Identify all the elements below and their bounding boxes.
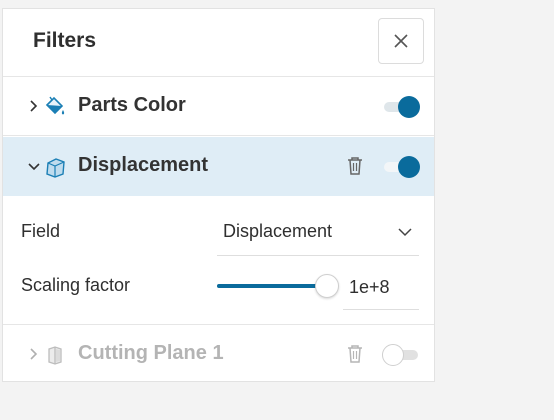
visibility-toggle[interactable]	[382, 344, 420, 366]
filter-row-parts-color[interactable]: Parts Color	[3, 77, 434, 136]
toggle-knob	[398, 96, 420, 118]
field-select-value: Displacement	[223, 221, 333, 241]
scaling-factor-input[interactable]: 1e+8	[343, 267, 419, 310]
field-label: Field	[21, 221, 61, 241]
close-button[interactable]	[378, 18, 424, 64]
filter-row-displacement[interactable]: Displacement	[3, 137, 434, 196]
toggle-knob	[398, 156, 420, 178]
slider-fill	[217, 284, 327, 288]
panel-title: Filters	[33, 29, 97, 52]
close-icon	[394, 34, 408, 48]
filter-label: Cutting Plane 1	[78, 342, 224, 364]
slider-thumb[interactable]	[314, 274, 339, 298]
chevron-right-icon[interactable]	[27, 346, 41, 362]
trash-icon[interactable]	[345, 155, 365, 177]
filters-panel: Filters Parts Color Displacement Field D…	[2, 8, 435, 382]
trash-icon[interactable]	[345, 343, 365, 365]
paint-bucket-icon	[45, 96, 65, 115]
filter-label: Displacement	[78, 154, 209, 176]
visibility-toggle[interactable]	[382, 156, 420, 178]
cutting-plane-icon	[48, 346, 62, 365]
chevron-down-icon[interactable]	[27, 158, 41, 174]
scaling-factor-value: 1e+8	[349, 277, 390, 297]
scaling-factor-label: Scaling factor	[21, 275, 131, 295]
chevron-down-icon	[398, 228, 412, 237]
panel-header: Filters	[3, 9, 434, 77]
toggle-knob	[382, 344, 404, 366]
displacement-icon	[46, 158, 65, 178]
filter-row-cutting-plane[interactable]: Cutting Plane 1	[3, 324, 434, 381]
chevron-right-icon[interactable]	[27, 98, 41, 114]
scaling-factor-slider[interactable]	[217, 273, 339, 299]
field-select[interactable]: Displacement	[217, 212, 419, 256]
visibility-toggle[interactable]	[382, 96, 420, 118]
filter-label: Parts Color	[78, 94, 186, 116]
